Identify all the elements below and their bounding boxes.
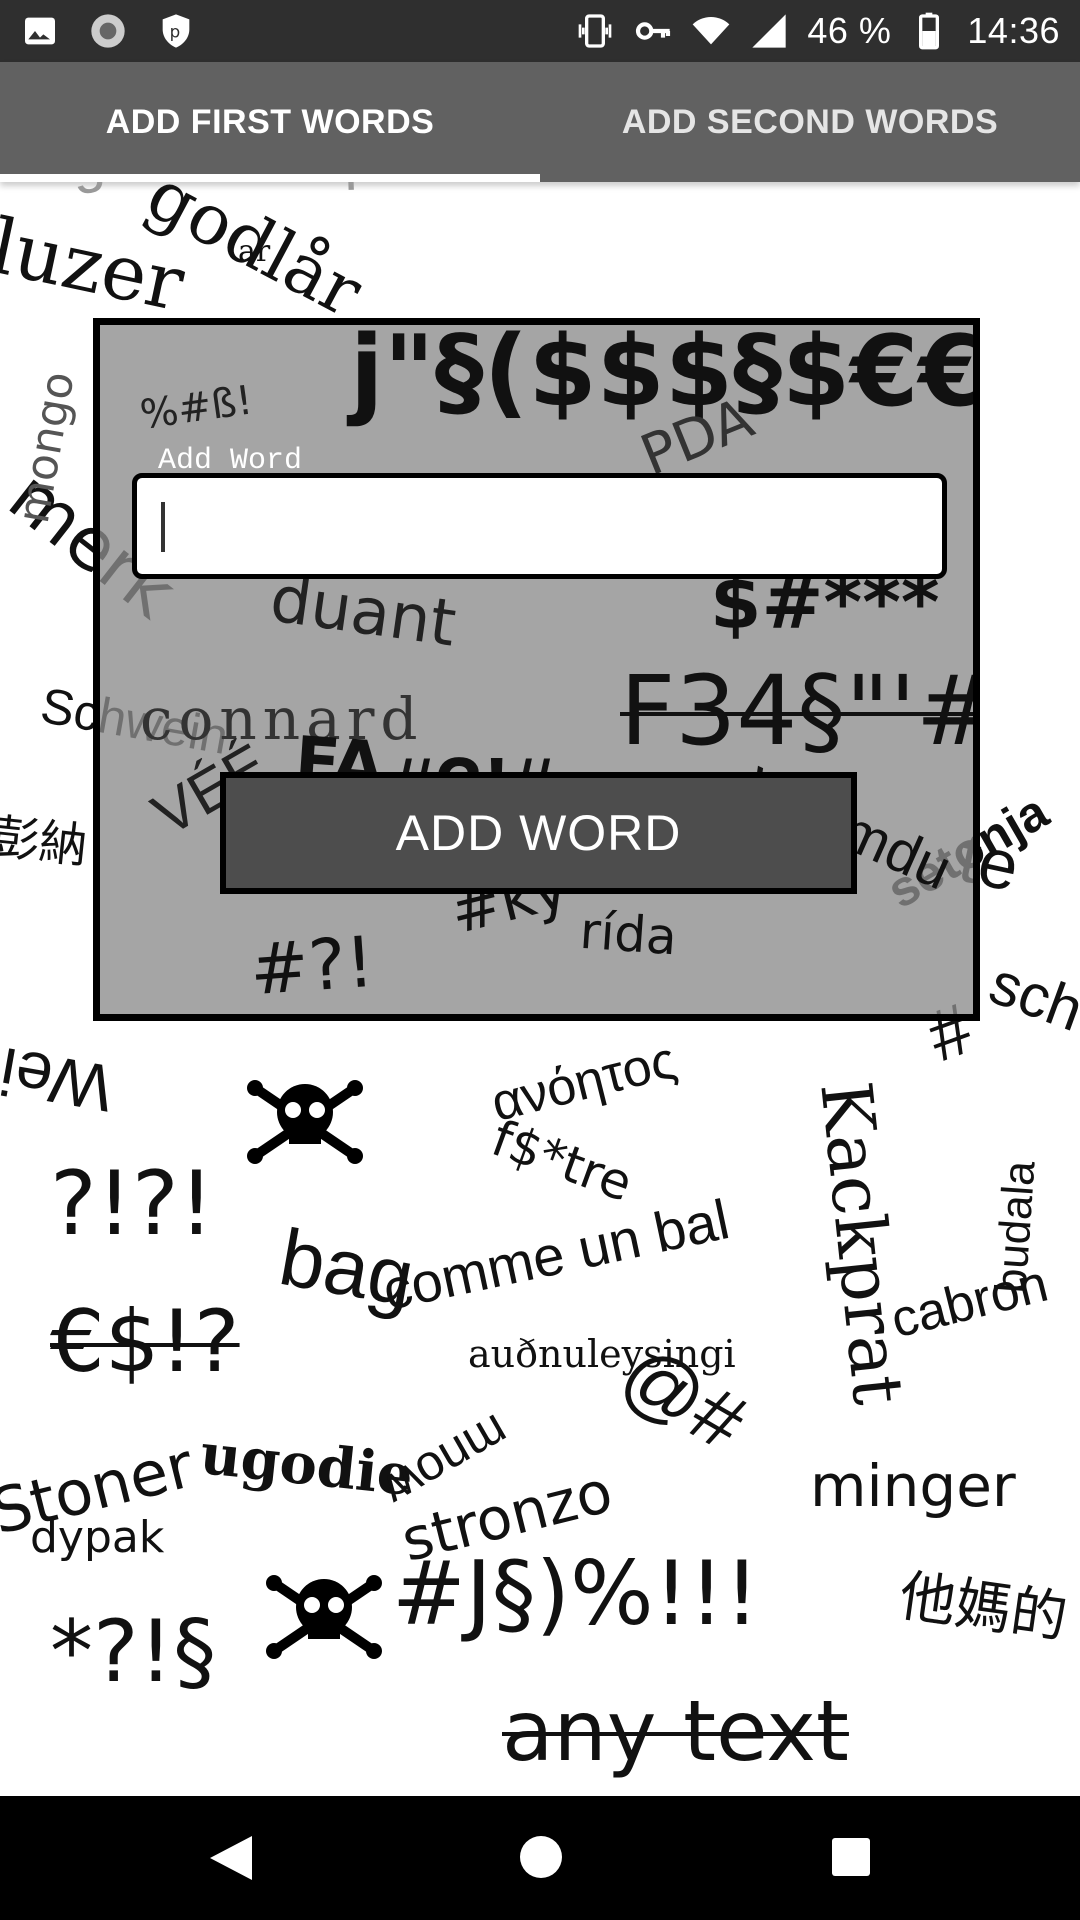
status-right-icons: 46 % 14:36 (575, 8, 1060, 54)
bg-word: Kackprat (804, 1077, 920, 1409)
add-word-panel: j"§($$$§$€€*' %#ß! PDA duant $#*** § F34… (93, 318, 980, 1021)
tab-label: ADD FIRST WORDS (105, 102, 435, 141)
skull-crossbones-icon (247, 1080, 363, 1164)
bg-word: #?! (247, 920, 377, 1012)
bg-word: *?!§ (50, 1602, 217, 1702)
bg-word: f$*tre (484, 1109, 640, 1213)
bg-word: 彭納 (0, 811, 90, 874)
tab-label: ADD SECOND WORDS (621, 102, 999, 141)
battery-icon (909, 11, 949, 51)
add-word-input[interactable] (132, 473, 947, 579)
signal-icon (749, 11, 789, 51)
bg-word: #J§)%!!! (392, 1542, 760, 1645)
bg-word: Wei (0, 1033, 119, 1127)
record-icon (88, 11, 128, 51)
add-word-button-label: ADD WORD (395, 805, 682, 861)
bg-word: ar (238, 234, 271, 269)
bg-word: F34§"'# (620, 655, 980, 767)
bg-word: gro (66, 182, 161, 197)
active-tab-indicator (0, 174, 540, 182)
vpn-key-icon (633, 11, 673, 51)
bg-word: €$!? (50, 1292, 240, 1392)
bg-word: supak (279, 182, 441, 194)
clock: 14:36 (967, 10, 1060, 51)
svg-text:p: p (170, 23, 181, 42)
bg-word: 他媽的 (895, 1563, 1072, 1650)
vibrate-icon (575, 11, 615, 51)
recents-icon[interactable] (832, 1838, 870, 1876)
home-icon[interactable] (520, 1836, 562, 1878)
bg-word: sch (981, 949, 1080, 1044)
wifi-icon (691, 11, 731, 51)
battery-percent: 46 % (807, 10, 892, 51)
tab-bar: ADD FIRST WORDS ADD SECOND WORDS (0, 62, 1080, 182)
bg-word: rída (578, 901, 679, 967)
navigation-bar (0, 1796, 1080, 1920)
skull-crossbones-icon (266, 1575, 382, 1659)
bg-word: j"§($$$§$€€*' (350, 318, 980, 429)
tab-add-first-words[interactable]: ADD FIRST WORDS (0, 62, 540, 182)
back-icon[interactable] (208, 1834, 254, 1882)
status-left-icons: p (20, 8, 196, 54)
bg-word: %#ß! (137, 377, 256, 439)
add-word-button[interactable]: ADD WORD (220, 772, 857, 894)
bg-word: minger (810, 1452, 1016, 1520)
bg-word: comme un bal (377, 1187, 735, 1322)
bg-word: any text (502, 1682, 849, 1780)
shield-p-icon: p (156, 11, 196, 51)
bg-word: dypak (30, 1512, 165, 1563)
bg-word: cabron (885, 1254, 1054, 1350)
text-cursor (161, 502, 165, 552)
status-bar: p 46 % 14:36 (0, 0, 1080, 62)
bg-word: bag (273, 1212, 421, 1323)
bg-word: ?!?! (50, 1152, 214, 1255)
tab-add-second-words[interactable]: ADD SECOND WORDS (540, 62, 1080, 182)
image-icon (20, 11, 60, 51)
